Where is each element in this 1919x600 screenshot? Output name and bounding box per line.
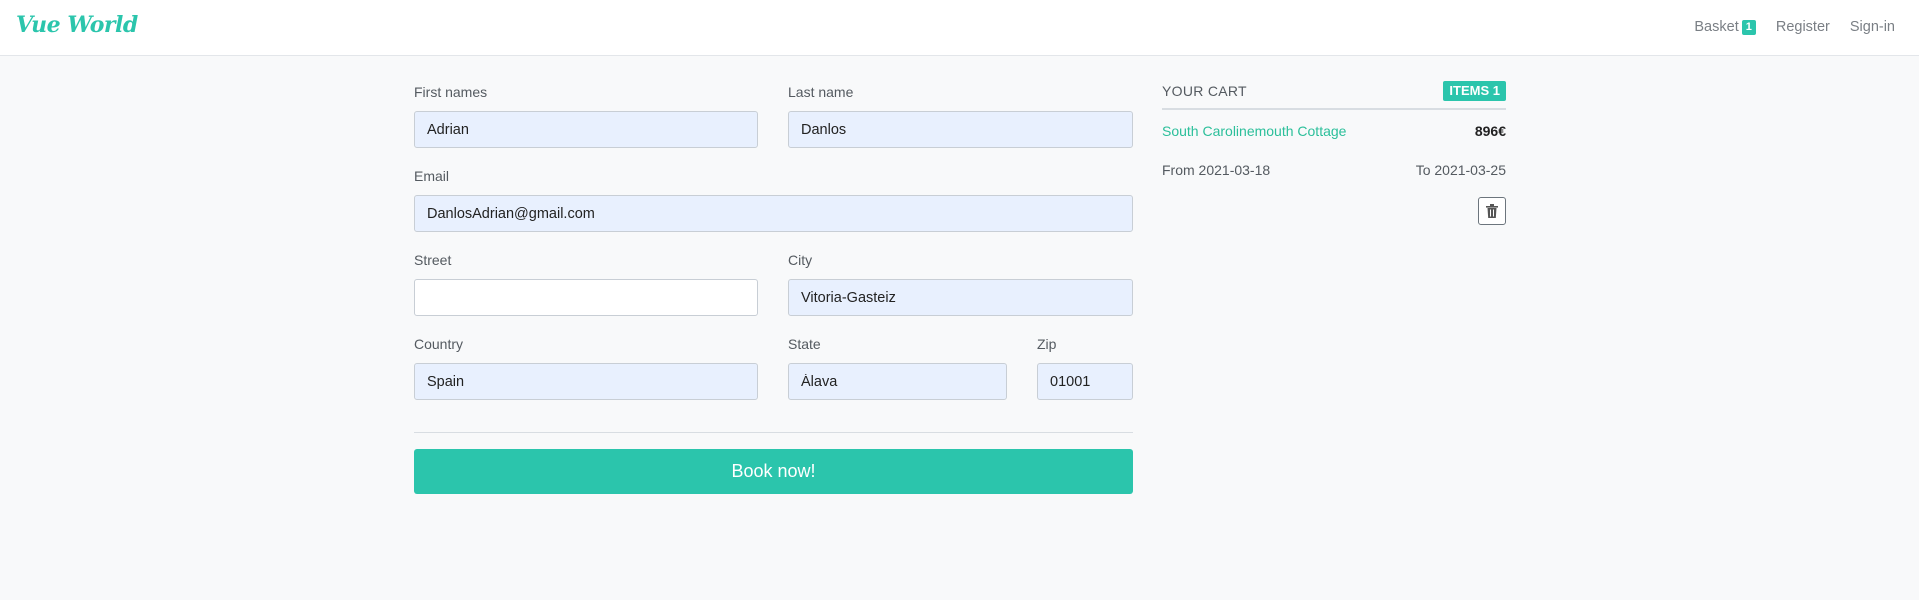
basket-link[interactable]: Basket 1 bbox=[1694, 19, 1756, 35]
last-name-field[interactable] bbox=[788, 111, 1133, 148]
first-name-label: First names bbox=[414, 84, 488, 100]
cart-divider bbox=[1162, 108, 1506, 110]
street-field[interactable] bbox=[414, 279, 758, 316]
street-label: Street bbox=[414, 252, 452, 268]
basket-count-badge: 1 bbox=[1741, 19, 1756, 35]
form-divider bbox=[414, 432, 1133, 433]
zip-label: Zip bbox=[1037, 336, 1057, 352]
state-label: State bbox=[788, 336, 821, 352]
email-label: Email bbox=[414, 168, 450, 184]
country-label: Country bbox=[414, 336, 464, 352]
basket-label: Basket bbox=[1694, 19, 1739, 35]
country-field[interactable] bbox=[414, 363, 758, 400]
navbar: Vue World Basket 1 Register Sign-in bbox=[0, 0, 1919, 56]
cart-item-link[interactable]: South Carolinemouth Cottage bbox=[1162, 123, 1346, 139]
city-field[interactable] bbox=[788, 279, 1133, 316]
state-field[interactable] bbox=[788, 363, 1007, 400]
items-count-badge: ITEMS 1 bbox=[1443, 81, 1506, 101]
register-link[interactable]: Register bbox=[1776, 19, 1830, 35]
trash-icon bbox=[1486, 204, 1498, 218]
brand-logo[interactable]: Vue World bbox=[16, 12, 138, 38]
delete-item-button[interactable] bbox=[1478, 197, 1506, 225]
cart-title: YOUR CART bbox=[1162, 83, 1247, 99]
cart-item-from-date: From 2021-03-18 bbox=[1162, 162, 1271, 178]
email-field[interactable] bbox=[414, 195, 1133, 232]
nav-links: Basket 1 Register Sign-in bbox=[1694, 19, 1895, 35]
signin-link[interactable]: Sign-in bbox=[1850, 19, 1895, 35]
last-name-label: Last name bbox=[788, 84, 854, 100]
book-now-button[interactable]: Book now! bbox=[414, 449, 1133, 494]
cart-item-price: 896€ bbox=[1474, 123, 1506, 139]
city-label: City bbox=[788, 252, 813, 268]
zip-field[interactable] bbox=[1037, 363, 1133, 400]
first-name-field[interactable] bbox=[414, 111, 758, 148]
cart-item-to-date: To 2021-03-25 bbox=[1415, 162, 1506, 178]
